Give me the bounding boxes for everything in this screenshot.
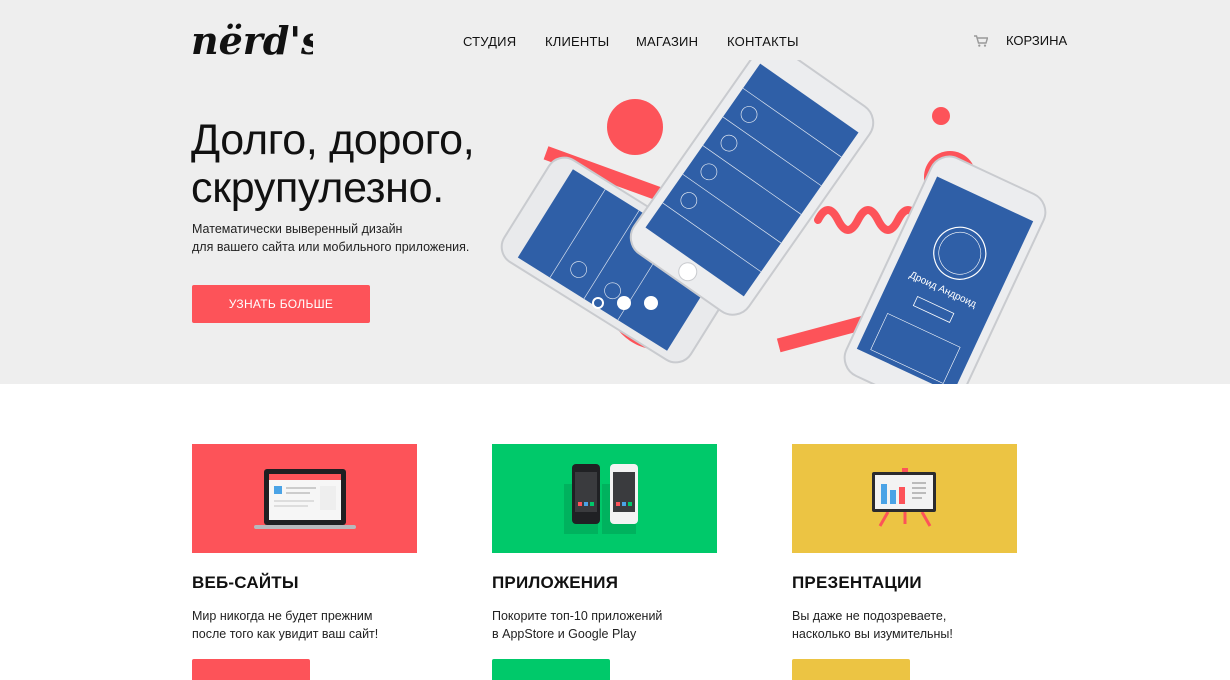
service-card-websites: ВЕБ-САЙТЫ Мир никогда не будет прежним п… <box>192 444 417 680</box>
service-title: ПРЕЗЕНТАЦИИ <box>792 573 922 592</box>
hero-title: Долго, дорого, скрупулезно. <box>191 116 475 212</box>
service-text: Мир никогда не будет прежним после того … <box>192 607 417 643</box>
smartphones-icon <box>564 464 638 534</box>
service-title: ВЕБ-САЙТЫ <box>192 573 299 592</box>
service-card-apps: ПРИЛОЖЕНИЯ Покорите топ-10 приложений в … <box>492 444 717 680</box>
hero-phones-illustration: Дроид Андроид <box>500 60 1047 384</box>
slider-dot-2[interactable] <box>617 296 631 310</box>
cart-link[interactable]: КОРЗИНА <box>974 33 1067 48</box>
slider-dot-3[interactable] <box>644 296 658 310</box>
service-text-line: в AppStore и Google Play <box>492 627 637 641</box>
service-card-presentations: ПРЕЗЕНТАЦИИ Вы даже не подозреваете, нас… <box>792 444 1017 680</box>
service-image-apps <box>492 444 717 553</box>
service-text: Покорите топ-10 приложений в AppStore и … <box>492 607 717 643</box>
nav-item-shop[interactable]: МАГАЗИН <box>636 34 698 49</box>
service-button-websites[interactable] <box>192 659 310 680</box>
laptop-icon <box>254 469 356 529</box>
hero-subtitle: Математически выверенный дизайн для ваше… <box>192 220 492 256</box>
nav-item-contacts[interactable]: КОНТАКТЫ <box>727 34 799 49</box>
service-text-line: Вы даже не подозреваете, <box>792 609 947 623</box>
nav-item-studio[interactable]: СТУДИЯ <box>463 34 516 49</box>
hero-subtitle-line: для вашего сайта или мобильного приложен… <box>192 240 470 254</box>
hero-subtitle-line: Математически выверенный дизайн <box>192 222 403 236</box>
nav-item-clients[interactable]: КЛИЕНТЫ <box>545 34 609 49</box>
service-text-line: Мир никогда не будет прежним <box>192 609 373 623</box>
slider-pagination <box>592 296 658 310</box>
presentation-board-icon <box>872 468 936 527</box>
service-button-presentations[interactable] <box>792 659 910 680</box>
slider-dot-1[interactable] <box>592 297 604 309</box>
learn-more-button[interactable]: УЗНАТЬ БОЛЬШЕ <box>192 285 370 323</box>
cart-label: КОРЗИНА <box>1006 33 1068 48</box>
hero-section: nërd's СТУДИЯ КЛИЕНТЫ МАГАЗИН КОНТАКТЫ К… <box>0 0 1230 384</box>
service-text-line: после того как увидит ваш сайт! <box>192 627 379 641</box>
service-text-line: Покорите топ-10 приложений <box>492 609 663 623</box>
service-image-websites <box>192 444 417 553</box>
service-title: ПРИЛОЖЕНИЯ <box>492 573 619 592</box>
service-text: Вы даже не подозреваете, насколько вы из… <box>792 607 1017 643</box>
service-text-line: насколько вы изумительны! <box>792 627 953 641</box>
service-button-apps[interactable] <box>492 659 610 680</box>
cart-icon <box>974 34 988 47</box>
service-image-presentations <box>792 444 1017 553</box>
